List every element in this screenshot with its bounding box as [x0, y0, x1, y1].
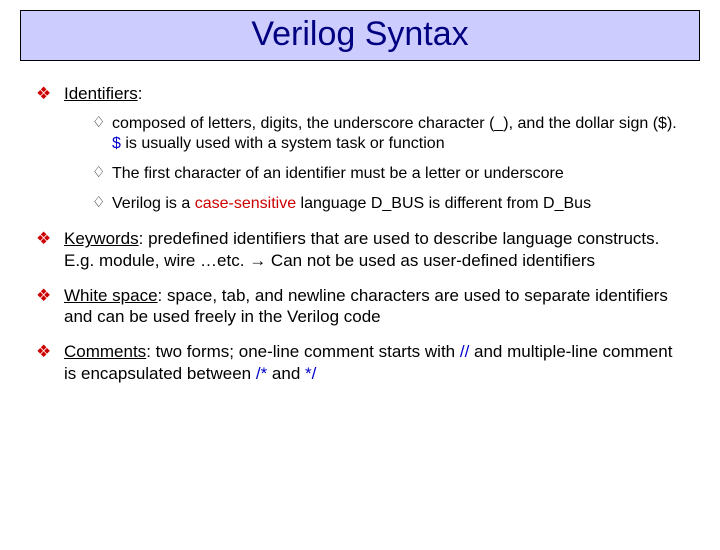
section-identifiers: ❖ Identifiers: ♢ composed of letters, di… — [36, 83, 684, 214]
slide-title: Verilog Syntax — [251, 15, 468, 53]
bullet-keywords: ❖ Keywords: predefined identifiers that … — [36, 228, 684, 271]
identifiers-colon: : — [138, 84, 143, 103]
diamond-icon: ❖ — [36, 285, 51, 306]
dollar-token: $ — [112, 135, 121, 152]
diamond-open-icon: ♢ — [92, 194, 105, 213]
content-body: ❖ Identifiers: ♢ composed of letters, di… — [0, 61, 720, 384]
diamond-icon: ❖ — [36, 341, 51, 362]
title-bar: Verilog Syntax — [20, 10, 700, 61]
block-close-token: */ — [305, 364, 316, 383]
text: is usually used with a system task or fu… — [121, 135, 445, 152]
text: composed of letters, digits, the undersc… — [112, 115, 677, 132]
slide: Verilog Syntax ❖ Identifiers: ♢ composed… — [0, 10, 720, 550]
bullet-identifiers-head: ❖ Identifiers: — [36, 83, 684, 104]
whitespace-label: White space — [64, 286, 158, 305]
bullet-comments: ❖ Comments: two forms; one-line comment … — [36, 341, 684, 384]
diamond-open-icon: ♢ — [92, 164, 105, 183]
comments-label: Comments — [64, 342, 146, 361]
line-comment-token: // — [460, 342, 469, 361]
diamond-icon: ❖ — [36, 83, 51, 104]
text: language D_BUS is different from D_Bus — [296, 195, 591, 212]
bullet-identifiers-2: ♢ The first character of an identifier m… — [92, 164, 684, 184]
text: Verilog is a — [112, 195, 195, 212]
bullet-whitespace: ❖ White space: space, tab, and newline c… — [36, 285, 684, 328]
identifiers-label: Identifiers — [64, 84, 138, 103]
keywords-label: Keywords — [64, 229, 139, 248]
block-open-token: /* — [256, 364, 267, 383]
text: and — [267, 364, 305, 383]
text: Can not be used as user-defined identifi… — [266, 251, 595, 270]
case-sensitive-emph: case-sensitive — [195, 195, 296, 212]
bullet-identifiers-1: ♢ composed of letters, digits, the under… — [92, 114, 684, 154]
arrow-icon: → — [249, 251, 266, 270]
diamond-icon: ❖ — [36, 228, 51, 249]
bullet-identifiers-3: ♢ Verilog is a case-sensitive language D… — [92, 194, 684, 214]
diamond-open-icon: ♢ — [92, 114, 105, 133]
text: The first character of an identifier mus… — [112, 165, 564, 182]
text: : two forms; one-line comment starts wit… — [146, 342, 460, 361]
